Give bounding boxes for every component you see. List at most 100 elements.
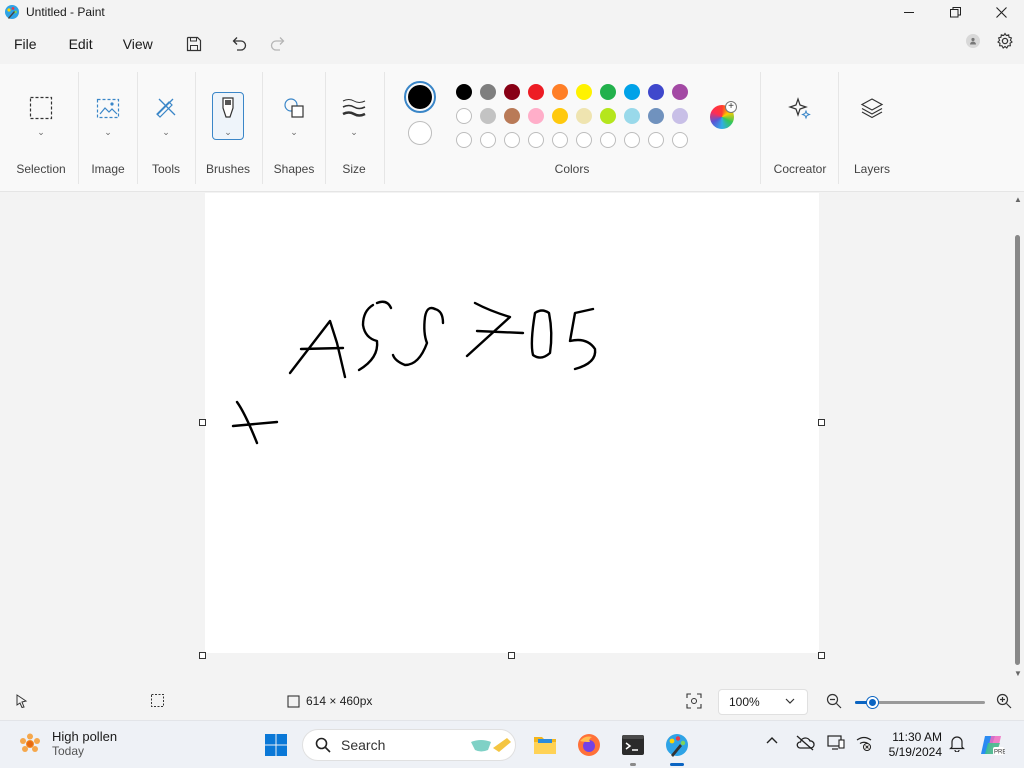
zoom-slider-knob[interactable] — [866, 697, 878, 708]
chevron-down-icon[interactable]: ⌄ — [224, 127, 232, 138]
undo-button[interactable] — [227, 32, 251, 56]
windows-logo-icon — [265, 734, 287, 756]
network-status[interactable] — [855, 735, 873, 754]
paint-taskbar-button[interactable] — [663, 731, 691, 766]
zoom-out-button[interactable] — [826, 693, 842, 709]
menu-file[interactable]: File — [5, 36, 46, 52]
scroll-down-icon[interactable]: ▼ — [1014, 669, 1022, 678]
selection-group[interactable]: ⌄ Selection — [8, 64, 74, 192]
custom-color-slot[interactable] — [576, 132, 592, 148]
resize-handle-bottom-right[interactable] — [818, 652, 825, 659]
custom-color-slot[interactable] — [600, 132, 616, 148]
brushes-group[interactable]: ⌄ Brushes — [198, 64, 258, 192]
display-button[interactable] — [827, 735, 845, 754]
color-swatch[interactable] — [648, 108, 664, 124]
settings-gear-icon[interactable] — [996, 32, 1014, 50]
custom-color-slot[interactable] — [456, 132, 472, 148]
redo-icon — [270, 37, 285, 51]
color-swatch[interactable] — [600, 108, 616, 124]
color-swatch[interactable] — [648, 84, 664, 100]
divider — [838, 72, 839, 184]
color-swatch[interactable] — [456, 84, 472, 100]
tools-icon — [152, 94, 180, 122]
chevron-down-icon[interactable]: ⌄ — [290, 127, 298, 138]
drawing-canvas[interactable] — [205, 193, 819, 653]
custom-color-slot[interactable] — [480, 132, 496, 148]
vertical-scrollbar[interactable]: ▲ ▼ — [1012, 193, 1024, 681]
color-swatch[interactable] — [672, 84, 688, 100]
layers-group[interactable]: Layers — [842, 64, 902, 192]
save-button[interactable] — [182, 32, 206, 56]
copilot-button[interactable]: PRE — [978, 731, 1006, 759]
canvas-drawing — [231, 300, 597, 445]
color-swatch[interactable] — [504, 84, 520, 100]
file-explorer-button[interactable] — [531, 731, 559, 759]
restore-button[interactable] — [932, 0, 978, 24]
running-indicator — [630, 763, 636, 766]
resize-handle-left[interactable] — [199, 419, 206, 426]
scrollbar-thumb[interactable] — [1015, 235, 1020, 665]
weather-widget[interactable]: High pollen Today — [18, 729, 117, 759]
clock-time: 11:30 AM — [892, 730, 942, 744]
color-swatch[interactable] — [480, 84, 496, 100]
color-swatch[interactable] — [600, 84, 616, 100]
color-swatch[interactable] — [576, 84, 592, 100]
chevron-up-icon — [766, 737, 778, 744]
custom-color-slot[interactable] — [552, 132, 568, 148]
terminal-button[interactable] — [619, 731, 647, 766]
onedrive-status[interactable] — [795, 735, 815, 754]
taskbar-search[interactable]: Search — [302, 729, 516, 761]
weather-subtitle: Today — [52, 744, 85, 758]
chevron-down-icon[interactable]: ⌄ — [37, 127, 45, 138]
resize-handle-bottom-left[interactable] — [199, 652, 206, 659]
tools-group[interactable]: ⌄ Tools — [138, 64, 194, 192]
close-button[interactable] — [978, 0, 1024, 24]
notifications-button[interactable] — [949, 735, 965, 755]
account-avatar[interactable] — [966, 34, 980, 48]
primary-color[interactable] — [408, 85, 432, 109]
resize-handle-bottom[interactable] — [508, 652, 515, 659]
clock-date: 5/19/2024 — [888, 745, 942, 759]
fit-to-window-button[interactable] — [686, 693, 702, 709]
color-swatch[interactable] — [552, 84, 568, 100]
zoom-in-button[interactable] — [996, 693, 1012, 709]
color-swatch[interactable] — [552, 108, 568, 124]
shapes-group[interactable]: ⌄ Shapes — [265, 64, 323, 192]
chevron-down-icon[interactable]: ⌄ — [350, 127, 358, 138]
color-swatch[interactable] — [576, 108, 592, 124]
scroll-up-icon[interactable]: ▲ — [1014, 195, 1022, 204]
custom-color-slot[interactable] — [624, 132, 640, 148]
color-swatch[interactable] — [528, 84, 544, 100]
show-hidden-icons-button[interactable] — [766, 735, 778, 750]
custom-color-slot[interactable] — [528, 132, 544, 148]
firefox-button[interactable] — [575, 731, 603, 759]
zoom-in-icon — [996, 693, 1012, 709]
color-swatch[interactable] — [480, 108, 496, 124]
divider — [760, 72, 761, 184]
chevron-down-icon[interactable]: ⌄ — [104, 127, 112, 138]
color-swatch[interactable] — [672, 108, 688, 124]
color-swatch[interactable] — [624, 108, 640, 124]
zoom-slider[interactable] — [855, 697, 985, 708]
custom-color-slot[interactable] — [648, 132, 664, 148]
size-group[interactable]: ⌄ Size — [326, 64, 382, 192]
menu-view[interactable]: View — [114, 36, 162, 52]
start-button[interactable] — [262, 731, 290, 759]
menu-edit[interactable]: Edit — [60, 36, 102, 52]
image-group[interactable]: ⌄ Image — [80, 64, 136, 192]
chevron-down-icon[interactable]: ⌄ — [162, 127, 170, 138]
color-swatch[interactable] — [456, 108, 472, 124]
custom-color-slot[interactable] — [672, 132, 688, 148]
zoom-value: 100% — [729, 695, 760, 709]
color-swatch[interactable] — [528, 108, 544, 124]
redo-button[interactable] — [266, 32, 290, 56]
secondary-color[interactable] — [408, 121, 432, 145]
system-clock[interactable]: 11:30 AM 5/19/2024 — [884, 730, 942, 760]
zoom-dropdown[interactable]: 100% — [718, 689, 808, 715]
cocreator-group[interactable]: Cocreator — [765, 64, 835, 192]
custom-color-slot[interactable] — [504, 132, 520, 148]
color-swatch[interactable] — [624, 84, 640, 100]
minimize-button[interactable] — [886, 0, 932, 24]
resize-handle-right[interactable] — [818, 419, 825, 426]
color-swatch[interactable] — [504, 108, 520, 124]
